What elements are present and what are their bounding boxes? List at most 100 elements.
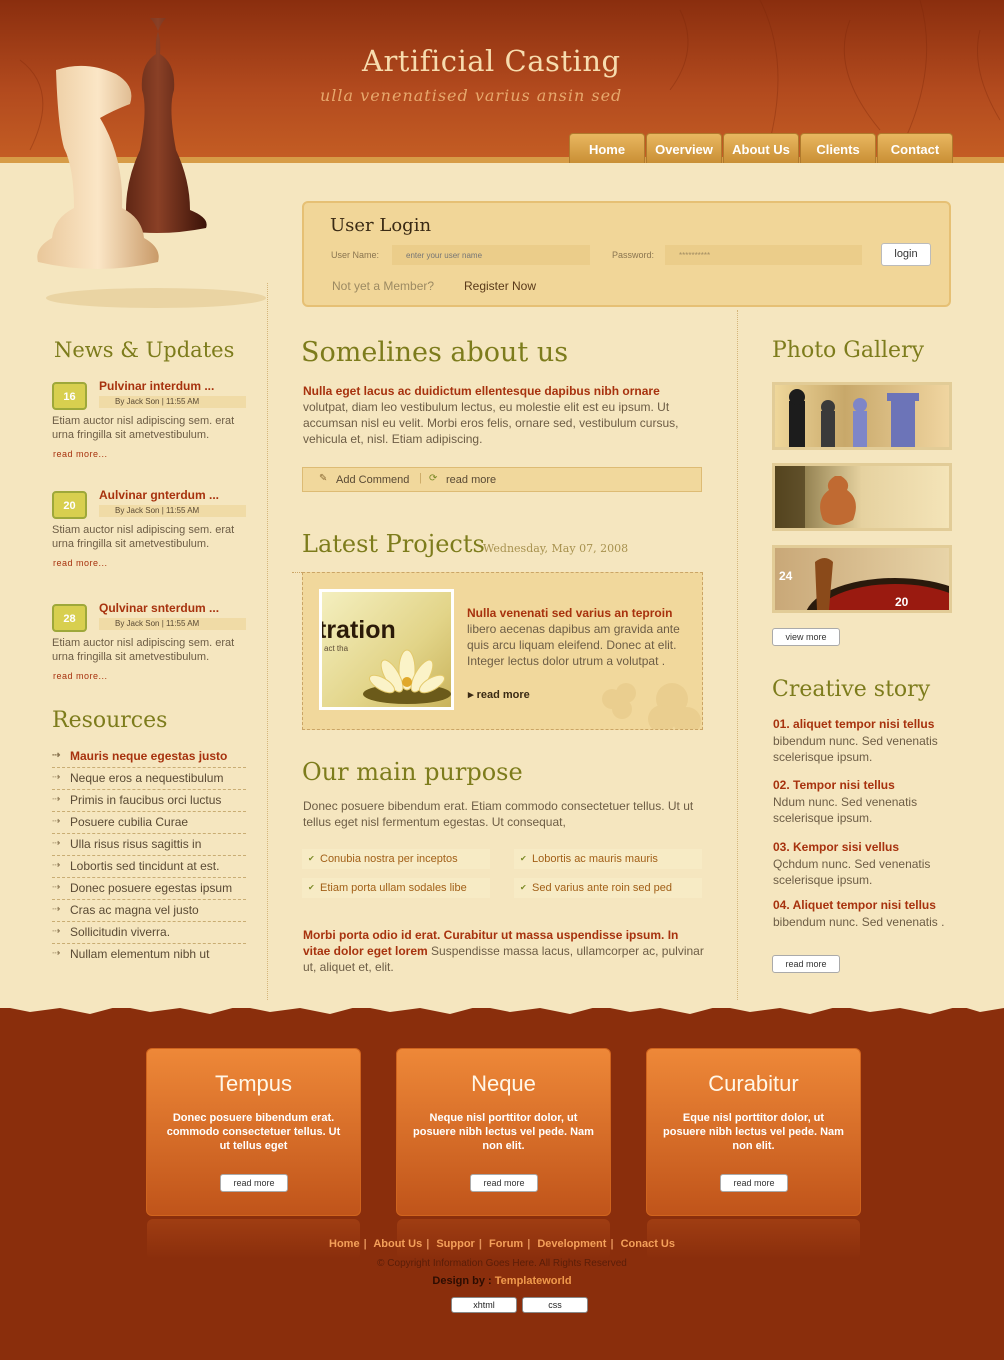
resource-link[interactable]: ⇢ Primis in faucibus orci luctus [52, 790, 246, 812]
vase-photo [775, 466, 856, 528]
news-read-more[interactable]: read more... [53, 558, 108, 568]
resource-label: Lobortis sed tincidunt at est. [70, 859, 220, 873]
resource-label: Nullam elementum nibh ut [70, 947, 210, 961]
project-thumbnail[interactable]: tration act tha [319, 589, 454, 710]
arrow-icon: ⇢ [52, 948, 61, 959]
story-body: Ndum nunc. Sed venenatis scelerisque ips… [773, 795, 918, 825]
news-title-link[interactable]: Qulvinar snterdum ... [99, 601, 219, 615]
resource-label: Sollicitudin viverra. [70, 925, 171, 939]
story-title[interactable]: 04. Aliquet tempor nisi tellus [773, 898, 936, 912]
roulette-photo: 24 20 [779, 558, 949, 610]
resource-link[interactable]: ⇢ Ulla risus risus sagittis in [52, 834, 246, 856]
separator: | [610, 1238, 614, 1250]
css-badge[interactable]: css [522, 1297, 588, 1313]
news-title-link[interactable]: Pulvinar interdum ... [99, 379, 214, 393]
lotus-flower-image [363, 649, 451, 704]
register-link[interactable]: Register Now [464, 279, 536, 293]
calendar-icon: 16 [52, 382, 87, 410]
design-credit: Design by : Templateworld [0, 1275, 1004, 1287]
footer-link-contact[interactable]: Conact Us [621, 1238, 675, 1250]
news-read-more[interactable]: read more... [53, 449, 108, 459]
footer-link-home[interactable]: Home [329, 1238, 360, 1250]
site-tagline: ulla venenatised varius ansin sed [320, 86, 623, 105]
footer-link-support[interactable]: Suppor [436, 1238, 475, 1250]
gallery-photo-roulette[interactable]: 24 20 [772, 545, 952, 613]
torn-edge-decoration [0, 1000, 1004, 1014]
news-body: Etiam auctor nisl adipiscing sem. erat u… [52, 415, 235, 441]
resource-link[interactable]: ⇢ Neque eros a nequestibulum [52, 768, 246, 790]
story-title[interactable]: 02. Tempor nisi tellus [773, 778, 895, 792]
gallery-photo-chess[interactable] [772, 382, 952, 450]
resource-label: Donec posuere egestas ipsum [70, 881, 233, 895]
story-read-more-button[interactable]: read more [772, 955, 840, 973]
password-label: Password: [612, 250, 655, 260]
news-body: Etiam auctor nisl adipiscing sem. erat u… [52, 637, 235, 663]
footer-box-neque: Neque Neque nisl porttitor dolor, ut pos… [396, 1048, 611, 1259]
footer-link-development[interactable]: Development [537, 1238, 606, 1250]
resource-link[interactable]: ⇢ Nullam elementum nibh ut [52, 944, 246, 966]
site-title: Artificial Casting [362, 44, 621, 78]
resource-link[interactable]: ⇢ Donec posuere egestas ipsum [52, 878, 246, 900]
about-heading: Somelines about us [301, 337, 569, 368]
footer-link-forum[interactable]: Forum [489, 1238, 523, 1250]
add-comment-link[interactable]: Add Commend [336, 474, 409, 486]
resource-link[interactable]: ⇢ Sollicitudin viverra. [52, 922, 246, 944]
username-label: User Name: [331, 250, 380, 260]
footer-box-title: Neque [471, 1071, 536, 1096]
resource-link[interactable]: ⇢ Lobortis sed tincidunt at est. [52, 856, 246, 878]
flower-decoration [602, 683, 701, 729]
calendar-icon: 20 [52, 491, 87, 519]
nav-about-us[interactable]: About Us [723, 133, 799, 163]
arrow-icon: ⇢ [52, 816, 61, 827]
footer-box-read-more[interactable]: read more [720, 1174, 788, 1192]
nav-overview[interactable]: Overview [646, 133, 722, 163]
news-byline: By Jack Son | 11:55 AM [99, 505, 246, 517]
project-read-more[interactable]: ▸ read more [468, 688, 530, 701]
arrow-icon: ⇢ [52, 904, 61, 915]
login-button[interactable]: login [881, 243, 931, 266]
nav-contact[interactable]: Contact [877, 133, 953, 163]
resource-label: Neque eros a nequestibulum [70, 771, 224, 785]
footer-link-about[interactable]: About Us [373, 1238, 422, 1250]
nav-home[interactable]: Home [569, 133, 645, 163]
password-input[interactable] [665, 245, 862, 265]
designer-link[interactable]: Templateworld [495, 1275, 572, 1287]
news-title-link[interactable]: Aulvinar gnterdum ... [99, 488, 219, 502]
resource-link[interactable]: ⇢ Mauris neque egestas justo [52, 746, 246, 768]
svg-text:20: 20 [895, 595, 909, 609]
comment-bar: ✎ Add Commend | ⟳ read more [302, 467, 702, 492]
user-login-panel: User Login User Name: Password: login No… [302, 201, 951, 307]
login-heading: User Login [330, 215, 432, 236]
footer-box-read-more[interactable]: read more [470, 1174, 538, 1192]
projects-date: Wednesday, May 07, 2008 [483, 542, 629, 555]
footer-box-text: Donec posuere bibendum erat. commodo con… [166, 1112, 341, 1152]
purpose-bullet: Lobortis ac mauris mauris [514, 849, 702, 869]
purpose-heading: Our main purpose [302, 758, 523, 786]
news-read-more[interactable]: read more... [53, 671, 108, 681]
footer-box-title: Curabitur [708, 1071, 799, 1096]
thumbnail-subtext: act tha [324, 644, 349, 653]
link-icon: ⟳ [429, 473, 438, 484]
xhtml-badge[interactable]: xhtml [451, 1297, 517, 1313]
about-read-more[interactable]: read more [446, 474, 496, 486]
story-body: Qchdum nunc. Sed venenatis scelerisque i… [773, 857, 931, 887]
news-byline: By Jack Son | 11:55 AM [99, 396, 246, 408]
resource-link[interactable]: ⇢ Posuere cubilia Curae [52, 812, 246, 834]
username-input[interactable] [392, 245, 590, 265]
resource-link[interactable]: ⇢ Cras ac magna vel justo [52, 900, 246, 922]
view-more-button[interactable]: view more [772, 628, 840, 646]
news-heading: News & Updates [54, 338, 235, 362]
gallery-photo-vase[interactable] [772, 463, 952, 531]
story-body: bibendum nunc. Sed venenatis scelerisque… [773, 734, 938, 764]
news-byline: By Jack Son | 11:55 AM [99, 618, 246, 630]
story-title[interactable]: 03. Kempor sisi vellus [773, 840, 899, 854]
story-title[interactable]: 01. aliquet tempor nisi tellus [773, 717, 934, 731]
nav-clients[interactable]: Clients [800, 133, 876, 163]
resource-label: Ulla risus risus sagittis in [70, 837, 202, 851]
footer-box-text: Neque nisl porttitor dolor, ut posuere n… [413, 1112, 594, 1152]
footer-box-read-more[interactable]: read more [220, 1174, 288, 1192]
chess-photo [789, 389, 919, 447]
design-label: Design by : [432, 1275, 495, 1287]
about-body: volutpat, diam leo vestibulum lectus, eu… [303, 400, 679, 446]
calendar-icon: 28 [52, 604, 87, 632]
